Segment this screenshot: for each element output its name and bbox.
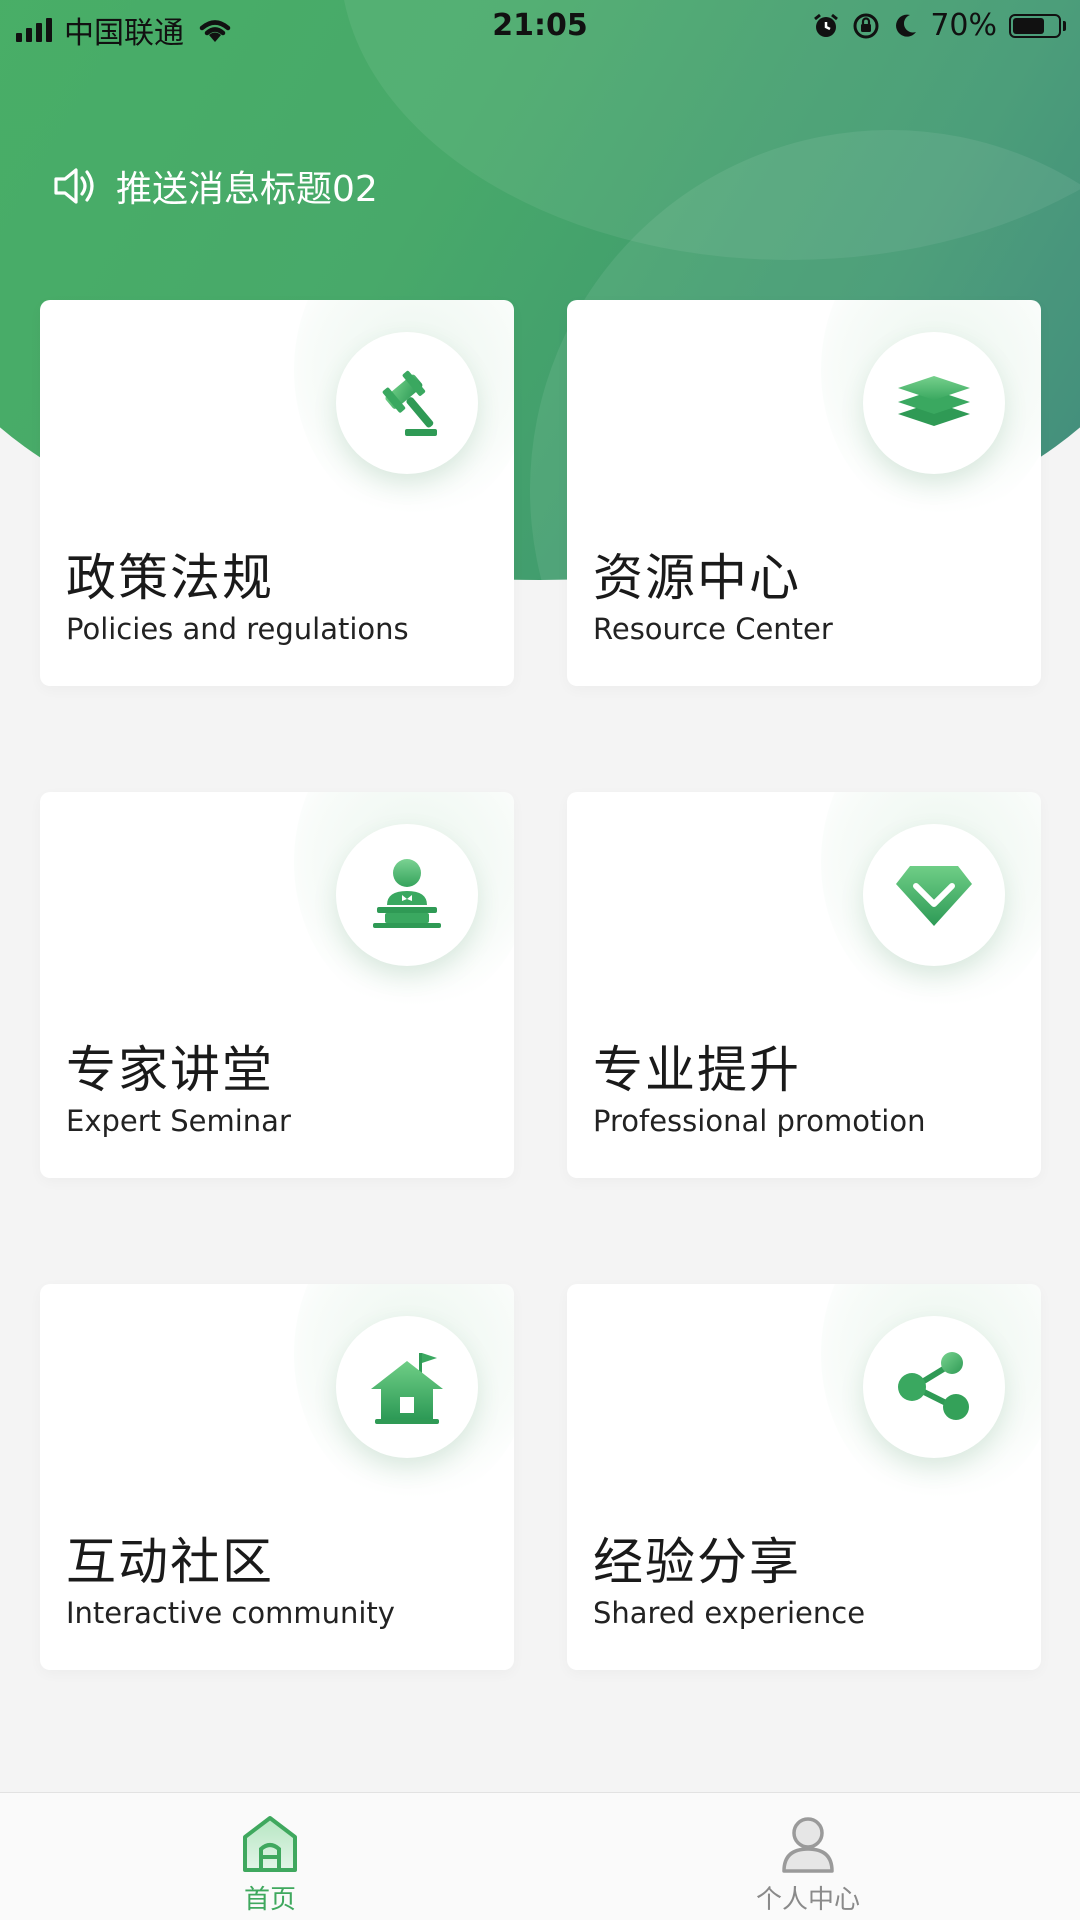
- rotation-lock-icon: [853, 13, 879, 38]
- card-title-en: Policies and regulations: [66, 612, 409, 646]
- bottom-tab-bar: 首页 个人中心: [0, 1792, 1080, 1920]
- card-title-zh: 政策法规: [66, 549, 274, 607]
- card-icon-bg: [863, 1316, 1005, 1458]
- notice-bar[interactable]: 推送消息标题02: [52, 160, 378, 212]
- tab-label: 个人中心: [755, 1885, 860, 1915]
- tab-label: 首页: [243, 1885, 296, 1915]
- profile-icon: [782, 1817, 834, 1873]
- moon-icon: [896, 14, 917, 37]
- card-title-en: Expert Seminar: [66, 1104, 291, 1138]
- share-icon: [898, 1352, 969, 1420]
- notice-text: 推送消息标题02: [116, 169, 378, 210]
- card-icon-bg: [863, 824, 1005, 966]
- status-bar: 中国联通 21:05 70%: [0, 0, 1080, 52]
- home-icon: [243, 1816, 297, 1872]
- card-title-en: Shared experience: [593, 1596, 866, 1630]
- alarm-icon: [814, 13, 839, 37]
- card-title-en: Interactive community: [66, 1596, 395, 1630]
- battery-percent: 70%: [930, 8, 997, 43]
- card-shared-experience[interactable]: 经验分享 Shared experience: [567, 1284, 1041, 1670]
- card-resource-center[interactable]: 资源中心 Resource Center: [567, 300, 1041, 686]
- tab-home[interactable]: 首页: [150, 1793, 390, 1920]
- status-bar-right: 70%: [812, 8, 1066, 43]
- speaker-icon: [54, 168, 94, 204]
- battery-icon: [1009, 13, 1066, 38]
- card-title-en: Professional promotion: [593, 1104, 926, 1138]
- card-policies[interactable]: 政策法规 Policies and regulations: [40, 300, 514, 686]
- card-title-zh: 专家讲堂: [66, 1041, 274, 1099]
- card-interactive-community[interactable]: 互动社区 Interactive community: [40, 1284, 514, 1670]
- lecturer-icon: [373, 859, 441, 928]
- card-title-en: Resource Center: [593, 612, 833, 646]
- card-title-zh: 互动社区: [66, 1533, 274, 1591]
- card-icon-bg: [863, 332, 1005, 474]
- card-title-zh: 经验分享: [593, 1533, 801, 1591]
- diamond-icon: [896, 866, 972, 926]
- house-flag-icon: [371, 1353, 443, 1424]
- card-icon-bg: [336, 332, 478, 474]
- card-title-zh: 资源中心: [593, 549, 801, 607]
- card-expert-seminar[interactable]: 专家讲堂 Expert Seminar: [40, 792, 514, 1178]
- gavel-icon: [382, 370, 437, 436]
- home-screen: 中国联通 21:05 70% 推送消息标题02 政策法规 Policies an…: [0, 0, 1080, 1920]
- card-icon-bg: [336, 824, 478, 966]
- card-icon-bg: [336, 1316, 478, 1458]
- card-professional-promotion[interactable]: 专业提升 Professional promotion: [567, 792, 1041, 1178]
- layers-icon: [898, 376, 970, 426]
- card-title-zh: 专业提升: [593, 1041, 801, 1099]
- tab-profile[interactable]: 个人中心: [688, 1793, 928, 1920]
